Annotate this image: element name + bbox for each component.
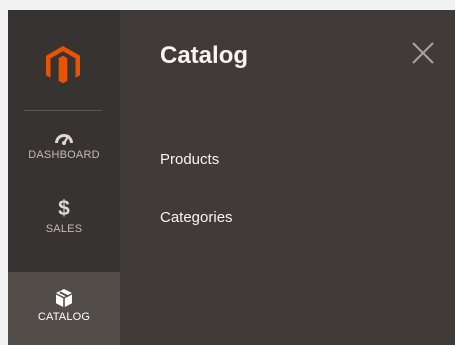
sidebar-item-sales[interactable]: $ SALES <box>8 198 120 260</box>
logo-link[interactable] <box>8 10 120 110</box>
submenu-link-products[interactable]: Products <box>160 151 219 168</box>
dashboard-gauge-icon <box>55 134 73 145</box>
admin-frame: DASHBOARD $ SALES CATALOG Catalog Produc… <box>8 10 455 345</box>
dollar-icon: $ <box>58 197 70 220</box>
sidebar-item-catalog[interactable]: CATALOG <box>8 272 120 345</box>
sidebar-item-label: SALES <box>45 223 83 235</box>
sidebar-item-label: DASHBOARD <box>28 149 100 161</box>
sidebar-item-label: CATALOG <box>37 311 91 323</box>
close-button[interactable] <box>410 40 436 66</box>
sidebar-item-dashboard[interactable]: DASHBOARD <box>8 124 120 182</box>
close-icon <box>412 42 434 64</box>
magento-logo-icon <box>46 46 80 84</box>
box-icon <box>56 289 72 307</box>
submenu-link-categories[interactable]: Categories <box>160 209 233 226</box>
sidebar-divider <box>24 110 102 111</box>
admin-sidebar: DASHBOARD $ SALES CATALOG <box>8 10 120 345</box>
submenu-title: Catalog <box>160 42 249 69</box>
